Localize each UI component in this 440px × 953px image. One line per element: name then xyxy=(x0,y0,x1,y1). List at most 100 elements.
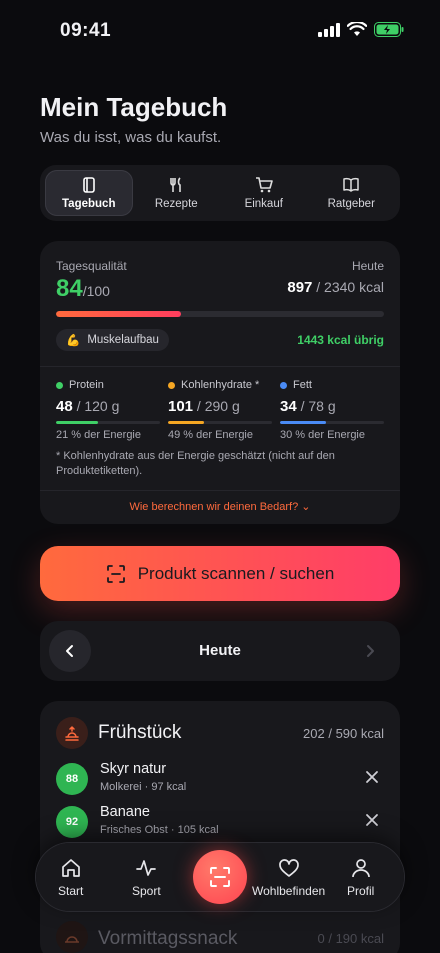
fork-knife-icon xyxy=(170,177,182,192)
kcal-progress-fill xyxy=(56,311,181,317)
macro-bar xyxy=(56,421,160,424)
macro-energy: 49 % der Energie xyxy=(168,429,253,441)
scan-icon xyxy=(210,867,230,887)
battery-icon xyxy=(374,22,404,37)
macro-bar xyxy=(280,421,384,424)
macro-energy: 21 % der Energie xyxy=(56,429,141,441)
fat-dot-icon xyxy=(280,381,287,389)
page-header: Mein Tagebuch Was du isst, was du kaufst… xyxy=(40,92,227,146)
food-name: Banane xyxy=(100,804,150,820)
next-meal-title: Vormittagssnack xyxy=(98,928,238,949)
meal-title: Frühstück xyxy=(98,722,182,743)
tab-rezepte[interactable]: Rezepte xyxy=(133,170,221,216)
divider xyxy=(40,366,400,367)
home-icon xyxy=(61,859,80,877)
tab-einkauf[interactable]: Einkauf xyxy=(220,170,308,216)
tab-label: Ratgeber xyxy=(327,198,375,210)
macro-name: Kohlenhydrate * xyxy=(181,379,260,391)
tab-label: Tagebuch xyxy=(62,198,116,210)
nav-wohlbefinden[interactable]: Wohlbefinden xyxy=(252,857,325,898)
signal-icon xyxy=(318,22,340,37)
nav-sport[interactable]: Sport xyxy=(132,857,161,898)
carbs-footnote: * Kohlenhydrate aus der Energie geschätz… xyxy=(56,450,335,477)
meal-card-breakfast: Frühstück 202 / 590 kcal 88 Skyr natur M… xyxy=(40,701,400,953)
remove-food-button[interactable] xyxy=(364,769,380,785)
food-name: Skyr natur xyxy=(100,761,167,777)
carbs-dot-icon xyxy=(168,381,175,389)
food-details: Molkerei · 97 kcal xyxy=(100,781,187,793)
scan-button-label: Produkt scannen / suchen xyxy=(137,563,335,583)
diary-icon xyxy=(82,177,95,193)
macro-protein: Protein 48 / 120 g 21 % der Energie xyxy=(56,379,160,441)
divider xyxy=(40,490,400,491)
macro-target: / 120 g xyxy=(72,398,120,414)
tab-label: Rezepte xyxy=(154,198,198,210)
tab-tagebuch[interactable]: Tagebuch xyxy=(45,170,133,216)
day-navigator: Heute xyxy=(40,621,400,681)
nav-label: Sport xyxy=(132,884,161,898)
tab-ratgeber[interactable]: Ratgeber xyxy=(308,170,396,216)
macro-value: 34 xyxy=(280,398,297,415)
kcal-progress-bar xyxy=(56,311,384,317)
chevron-right-icon xyxy=(367,645,374,657)
kcal-summary: 897 / 2340 kcal xyxy=(287,279,384,296)
next-meal-kcal: 0 / 190 kcal xyxy=(317,931,385,946)
cart-icon xyxy=(255,177,273,193)
page-title: Mein Tagebuch xyxy=(40,92,228,122)
wifi-icon xyxy=(347,22,367,36)
page-subtitle: Was du isst, was du kaufst. xyxy=(40,129,222,146)
macro-bar-fill xyxy=(56,421,98,424)
activity-icon xyxy=(136,860,157,876)
scan-icon xyxy=(106,564,125,583)
macro-energy: 30 % der Energie xyxy=(280,429,365,441)
macro-value: 101 xyxy=(168,398,194,415)
next-day-button[interactable] xyxy=(349,630,391,672)
nav-label: Wohlbefinden xyxy=(252,884,326,898)
macro-bar-fill xyxy=(168,421,205,424)
heart-icon xyxy=(278,859,299,877)
kcal-consumed: 897 xyxy=(287,279,313,296)
quality-score: 84/100 xyxy=(56,275,110,303)
macro-name: Protein xyxy=(69,379,104,391)
macro-target: / 290 g xyxy=(193,398,240,414)
current-day-label: Heute xyxy=(199,642,241,659)
kcal-remaining: 1443 kcal übrig xyxy=(297,333,384,347)
calculation-info-link[interactable]: Wie berechnen wir deinen Bedarf? ⌄ xyxy=(40,500,400,513)
goal-chip[interactable]: 💪 Muskelaufbau xyxy=(56,329,169,351)
food-score-badge: 92 xyxy=(56,806,88,838)
goal-label: Muskelaufbau xyxy=(87,334,159,346)
food-score-badge: 88 xyxy=(56,763,88,795)
food-details: Frisches Obst · 105 kcal xyxy=(100,824,219,836)
sunrise-icon xyxy=(56,717,88,749)
macro-bar xyxy=(168,421,272,424)
muscle-icon: 💪 xyxy=(66,335,81,347)
bottom-navigation: Start Sport Wohlbefinden Profil xyxy=(36,843,404,911)
macro-name: Fett xyxy=(293,379,312,391)
food-item[interactable]: 92 Banane Frisches Obst · 105 kcal xyxy=(56,802,384,842)
meal-kcal: 202 / 590 kcal xyxy=(303,726,384,741)
nav-label: Profil xyxy=(347,884,375,898)
nav-start[interactable]: Start xyxy=(58,857,83,898)
status-bar: 09:41 xyxy=(0,0,440,60)
quality-score-value: 84 xyxy=(56,275,83,302)
profile-icon xyxy=(351,859,370,878)
macro-fat: Fett 34 / 78 g 30 % der Energie xyxy=(280,379,384,441)
food-item[interactable]: 88 Skyr natur Molkerei · 97 kcal xyxy=(56,759,384,799)
nav-scan-button[interactable] xyxy=(193,850,247,904)
nav-profil[interactable]: Profil xyxy=(347,857,374,898)
daily-quality-card: Tagesqualität 84/100 Heute 897 / 2340 kc… xyxy=(40,241,400,524)
book-icon xyxy=(343,177,359,192)
day-label: Heute xyxy=(351,259,384,273)
kcal-goal: / 2340 kcal xyxy=(312,279,384,295)
macro-target: / 78 g xyxy=(296,398,336,414)
remove-food-button[interactable] xyxy=(364,812,380,828)
quality-score-max: /100 xyxy=(82,283,110,299)
tab-label: Einkauf xyxy=(244,198,283,210)
protein-dot-icon xyxy=(56,381,63,389)
macro-value: 48 xyxy=(56,398,73,415)
nav-label: Start xyxy=(58,884,84,898)
section-tabs: Tagebuch Rezepte Einkauf Ratgeber xyxy=(40,165,400,221)
macro-bar-fill xyxy=(280,421,326,424)
scan-product-button[interactable]: Produkt scannen / suchen xyxy=(40,546,400,601)
macro-carbs: Kohlenhydrate * 101 / 290 g 49 % der Ene… xyxy=(168,379,272,441)
